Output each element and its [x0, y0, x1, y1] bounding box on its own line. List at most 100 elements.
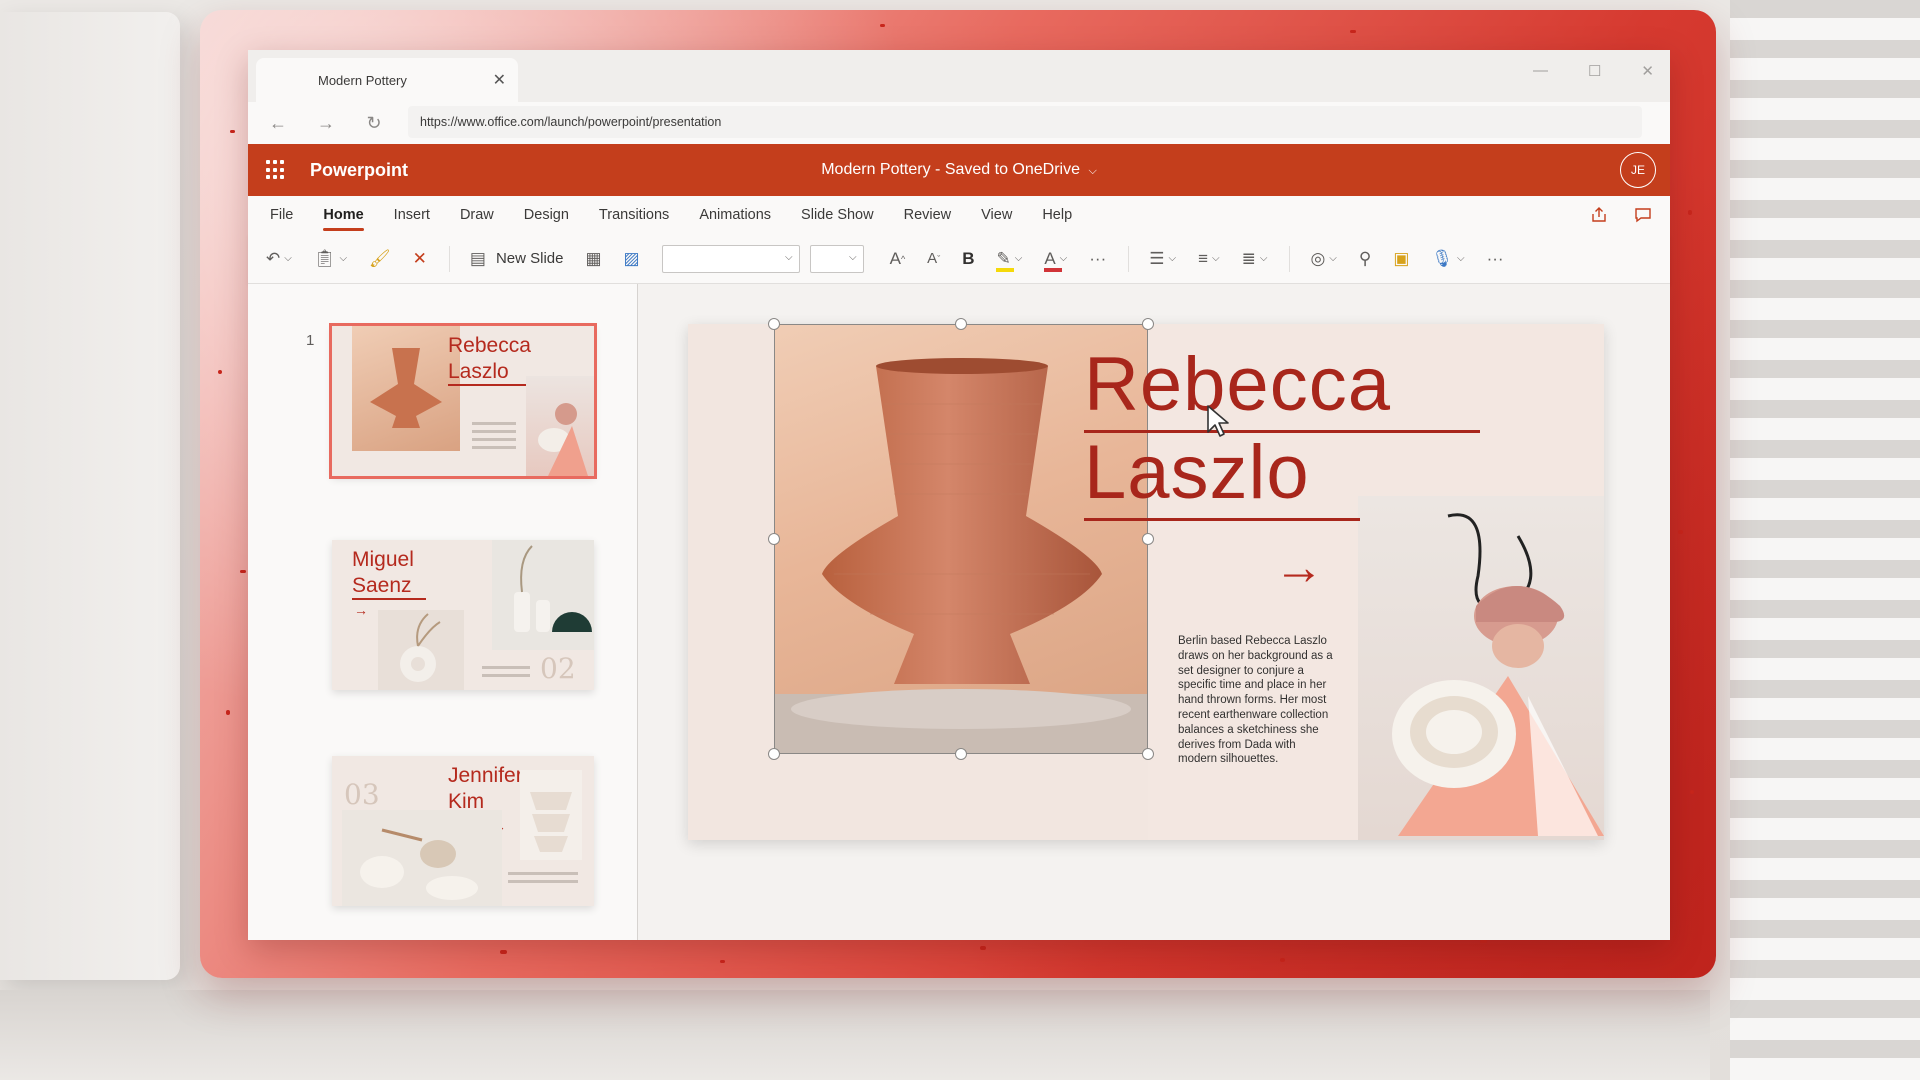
font-color-icon[interactable]: A ⌵: [1044, 249, 1067, 272]
grow-font-icon[interactable]: A ^: [890, 249, 906, 269]
title-underline: [1084, 518, 1360, 521]
app-name[interactable]: Powerpoint: [310, 160, 408, 181]
browser-tabbar: Modern Pottery ✕ — ☐ ✕: [248, 50, 1670, 102]
refresh-icon[interactable]: ↻: [358, 113, 390, 134]
new-slide-label: New Slide: [495, 250, 564, 267]
ribbon-toolbar: ↶ ⌵ 📋︎ ⌵ 🖌︎ ✕ ▤ New Slide ▦ ▨ ⌵ ⌵ A ^ Aˇ B …: [248, 234, 1670, 284]
url-text: https://www.office.com/launch/powerpoint…: [420, 115, 722, 129]
tab-slide-show[interactable]: Slide Show: [801, 201, 874, 229]
document-title-text: Modern Pottery - Saved to OneDrive: [821, 161, 1080, 178]
font-size-select[interactable]: ⌵: [809, 244, 864, 273]
thumbnail-title-line1: Miguel: [352, 548, 414, 571]
close-window-icon[interactable]: ✕: [1641, 62, 1654, 80]
address-bar: ← → ↻ https://www.office.com/launch/powe…: [248, 102, 1670, 144]
resize-handle[interactable]: [1142, 533, 1154, 545]
font-family-select[interactable]: ⌵: [661, 244, 800, 273]
thumbnail-number: 02: [540, 652, 576, 685]
vase-set-image: [492, 540, 594, 650]
resize-handle[interactable]: [955, 748, 967, 760]
maximize-icon[interactable]: ☐: [1588, 62, 1601, 80]
thumbnail-title-line2: Saenz: [352, 574, 412, 597]
layout-icon[interactable]: ▦: [585, 249, 601, 269]
user-avatar[interactable]: JE: [1620, 152, 1656, 188]
resize-handle[interactable]: [955, 318, 967, 330]
tab-draw[interactable]: Draw: [460, 201, 494, 229]
slide-canvas: Rebecca Laszlo → Berlin based Rebecca La…: [638, 284, 1670, 940]
thumbnail-title-line1: Rebecca: [448, 334, 531, 357]
window-blinds: [1730, 0, 1920, 1080]
tab-animations[interactable]: Animations: [699, 201, 771, 229]
browser-window: Modern Pottery ✕ — ☐ ✕ ← → ↻ https://www…: [248, 50, 1670, 940]
tab-review[interactable]: Review: [904, 201, 952, 229]
resize-handle[interactable]: [768, 533, 780, 545]
chevron-down-icon: ⌵: [1088, 165, 1097, 177]
thumbnail-title-line1: Jennifer: [448, 764, 523, 787]
browser-tab-title: Modern Pottery: [318, 72, 407, 88]
tab-file[interactable]: File: [270, 201, 293, 229]
window-controls: — ☐ ✕: [1533, 62, 1654, 80]
close-tab-icon[interactable]: ✕: [493, 70, 506, 90]
tab-transitions[interactable]: Transitions: [599, 201, 669, 229]
document-title[interactable]: Modern Pottery - Saved to OneDrive ⌵: [821, 161, 1097, 179]
bold-icon[interactable]: B: [962, 249, 974, 269]
slide-thumbnail-3[interactable]: 03 Jennifer Kim →: [332, 756, 594, 906]
resize-handle[interactable]: [768, 318, 780, 330]
format-painter-icon[interactable]: 🖌︎: [369, 249, 391, 269]
tab-insert[interactable]: Insert: [394, 201, 430, 229]
resize-handle[interactable]: [1142, 318, 1154, 330]
mouse-cursor-icon: [1207, 405, 1229, 437]
arrow-icon: →: [354, 602, 368, 618]
back-icon[interactable]: ←: [262, 113, 294, 134]
minimize-icon[interactable]: —: [1533, 62, 1548, 80]
app-header: Powerpoint Modern Pottery - Saved to One…: [248, 144, 1670, 196]
resize-handle[interactable]: [1142, 748, 1154, 760]
more-icon[interactable]: ···: [1089, 249, 1106, 269]
slide-thumbnail-pane: 1 Rebecca Laszlo Miguel Saenz → 02 03 Je…: [248, 284, 638, 940]
forward-icon[interactable]: →: [310, 113, 342, 134]
comments-icon[interactable]: [1634, 206, 1652, 224]
slide-thumbnail-1[interactable]: Rebecca Laszlo: [329, 323, 597, 479]
tab-help[interactable]: Help: [1042, 201, 1072, 229]
vase-thumbnail-image: [352, 326, 460, 451]
share-icon[interactable]: [1590, 206, 1608, 224]
find-icon[interactable]: ⚲: [1359, 249, 1371, 269]
shrink-font-icon[interactable]: Aˇ: [927, 250, 940, 267]
background-panel-left: [0, 12, 180, 980]
slide-body-text[interactable]: Berlin based Rebecca Laszlo draws on her…: [1178, 634, 1336, 767]
bowl-stack-image: [520, 770, 582, 860]
new-slide-icon: ▤: [469, 248, 486, 268]
thumbnail-number: 03: [344, 778, 380, 811]
dictate-icon[interactable]: 🎙︎ ⌵: [1431, 249, 1464, 269]
resize-handle[interactable]: [768, 748, 780, 760]
workspace: 1 Rebecca Laszlo Miguel Saenz → 02 03 Je…: [248, 284, 1670, 940]
slide-title-line1[interactable]: Rebecca: [1084, 340, 1391, 430]
slide[interactable]: Rebecca Laszlo → Berlin based Rebecca La…: [688, 318, 1604, 840]
vase-dried-flowers-image: [378, 610, 464, 690]
arrow-icon: →: [1274, 539, 1324, 595]
browser-tab[interactable]: Modern Pottery ✕: [256, 58, 518, 102]
undo-icon[interactable]: ↶ ⌵: [266, 249, 292, 269]
new-slide-button[interactable]: ▤ New Slide: [470, 249, 564, 269]
more-options-icon[interactable]: ···: [1487, 249, 1504, 269]
potter-portrait-image[interactable]: [1358, 496, 1604, 840]
highlight-icon[interactable]: ✎ ⌵: [996, 249, 1022, 272]
floor-shadow: [0, 990, 1710, 1080]
designer-icon[interactable]: ▣: [1393, 249, 1409, 269]
ribbon-tabs: File Home Insert Draw Design Transitions…: [248, 196, 1670, 234]
url-input[interactable]: https://www.office.com/launch/powerpoint…: [408, 106, 1642, 138]
align-icon[interactable]: ≣ ⌵: [1242, 249, 1268, 269]
app-launcher-icon[interactable]: [266, 160, 286, 180]
paste-icon[interactable]: 📋︎ ⌵: [314, 249, 347, 269]
tab-design[interactable]: Design: [524, 201, 569, 229]
potter-thumbnail-image: [526, 376, 594, 476]
picture-icon[interactable]: ▨: [624, 249, 640, 269]
bullets-icon[interactable]: ☰ ⌵: [1149, 249, 1176, 269]
pottery-flatlay-image: [342, 810, 502, 906]
shapes-icon[interactable]: ◎ ⌵: [1310, 249, 1336, 269]
slide-thumbnail-2[interactable]: Miguel Saenz → 02: [332, 540, 594, 690]
clear-formatting-icon[interactable]: ✕: [413, 249, 427, 269]
tab-view[interactable]: View: [981, 201, 1012, 229]
numbering-icon[interactable]: ≡ ⌵: [1198, 249, 1220, 269]
slide-title-line2[interactable]: Laszlo: [1084, 428, 1310, 518]
tab-home[interactable]: Home: [323, 201, 364, 231]
